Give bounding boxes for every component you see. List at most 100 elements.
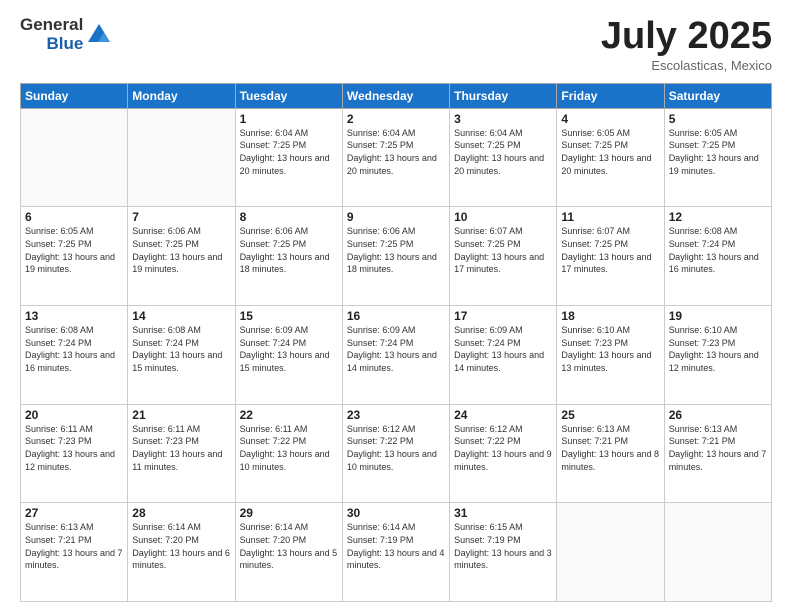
- header-sunday: Sunday: [21, 83, 128, 108]
- calendar-header-row: Sunday Monday Tuesday Wednesday Thursday…: [21, 83, 772, 108]
- calendar-cell: 23Sunrise: 6:12 AM Sunset: 7:22 PM Dayli…: [342, 404, 449, 503]
- calendar-cell: 31Sunrise: 6:15 AM Sunset: 7:19 PM Dayli…: [450, 503, 557, 602]
- page-header: General Blue July 2025 Escolasticas, Mex…: [20, 16, 772, 73]
- calendar-cell: 29Sunrise: 6:14 AM Sunset: 7:20 PM Dayli…: [235, 503, 342, 602]
- calendar-cell: 13Sunrise: 6:08 AM Sunset: 7:24 PM Dayli…: [21, 306, 128, 405]
- calendar-cell: 19Sunrise: 6:10 AM Sunset: 7:23 PM Dayli…: [664, 306, 771, 405]
- calendar-cell: 1Sunrise: 6:04 AM Sunset: 7:25 PM Daylig…: [235, 108, 342, 207]
- day-number: 15: [240, 309, 338, 323]
- day-info: Sunrise: 6:09 AM Sunset: 7:24 PM Dayligh…: [240, 324, 338, 374]
- day-number: 11: [561, 210, 659, 224]
- day-number: 9: [347, 210, 445, 224]
- day-number: 8: [240, 210, 338, 224]
- day-number: 6: [25, 210, 123, 224]
- calendar-cell: 16Sunrise: 6:09 AM Sunset: 7:24 PM Dayli…: [342, 306, 449, 405]
- calendar-cell: 3Sunrise: 6:04 AM Sunset: 7:25 PM Daylig…: [450, 108, 557, 207]
- header-monday: Monday: [128, 83, 235, 108]
- logo-icon: [86, 22, 112, 48]
- day-info: Sunrise: 6:09 AM Sunset: 7:24 PM Dayligh…: [454, 324, 552, 374]
- day-number: 29: [240, 506, 338, 520]
- day-info: Sunrise: 6:10 AM Sunset: 7:23 PM Dayligh…: [561, 324, 659, 374]
- day-number: 24: [454, 408, 552, 422]
- day-info: Sunrise: 6:05 AM Sunset: 7:25 PM Dayligh…: [669, 127, 767, 177]
- week-row-1: 1Sunrise: 6:04 AM Sunset: 7:25 PM Daylig…: [21, 108, 772, 207]
- calendar-cell: 5Sunrise: 6:05 AM Sunset: 7:25 PM Daylig…: [664, 108, 771, 207]
- header-wednesday: Wednesday: [342, 83, 449, 108]
- day-info: Sunrise: 6:08 AM Sunset: 7:24 PM Dayligh…: [669, 225, 767, 275]
- day-info: Sunrise: 6:07 AM Sunset: 7:25 PM Dayligh…: [561, 225, 659, 275]
- title-block: July 2025 Escolasticas, Mexico: [601, 16, 772, 73]
- calendar-cell: 28Sunrise: 6:14 AM Sunset: 7:20 PM Dayli…: [128, 503, 235, 602]
- day-info: Sunrise: 6:15 AM Sunset: 7:19 PM Dayligh…: [454, 521, 552, 571]
- day-number: 5: [669, 112, 767, 126]
- calendar-cell: 22Sunrise: 6:11 AM Sunset: 7:22 PM Dayli…: [235, 404, 342, 503]
- calendar-cell: 4Sunrise: 6:05 AM Sunset: 7:25 PM Daylig…: [557, 108, 664, 207]
- calendar-cell: 21Sunrise: 6:11 AM Sunset: 7:23 PM Dayli…: [128, 404, 235, 503]
- day-number: 19: [669, 309, 767, 323]
- day-info: Sunrise: 6:05 AM Sunset: 7:25 PM Dayligh…: [561, 127, 659, 177]
- day-info: Sunrise: 6:08 AM Sunset: 7:24 PM Dayligh…: [25, 324, 123, 374]
- calendar-cell: 11Sunrise: 6:07 AM Sunset: 7:25 PM Dayli…: [557, 207, 664, 306]
- week-row-3: 13Sunrise: 6:08 AM Sunset: 7:24 PM Dayli…: [21, 306, 772, 405]
- day-number: 12: [669, 210, 767, 224]
- location: Escolasticas, Mexico: [601, 58, 772, 73]
- logo: General Blue: [20, 16, 112, 53]
- day-number: 1: [240, 112, 338, 126]
- day-number: 14: [132, 309, 230, 323]
- day-info: Sunrise: 6:05 AM Sunset: 7:25 PM Dayligh…: [25, 225, 123, 275]
- day-number: 7: [132, 210, 230, 224]
- header-tuesday: Tuesday: [235, 83, 342, 108]
- day-info: Sunrise: 6:09 AM Sunset: 7:24 PM Dayligh…: [347, 324, 445, 374]
- calendar-table: Sunday Monday Tuesday Wednesday Thursday…: [20, 83, 772, 602]
- day-info: Sunrise: 6:08 AM Sunset: 7:24 PM Dayligh…: [132, 324, 230, 374]
- calendar-cell: 25Sunrise: 6:13 AM Sunset: 7:21 PM Dayli…: [557, 404, 664, 503]
- calendar-cell: 7Sunrise: 6:06 AM Sunset: 7:25 PM Daylig…: [128, 207, 235, 306]
- calendar-cell: 18Sunrise: 6:10 AM Sunset: 7:23 PM Dayli…: [557, 306, 664, 405]
- calendar-cell: 17Sunrise: 6:09 AM Sunset: 7:24 PM Dayli…: [450, 306, 557, 405]
- day-info: Sunrise: 6:07 AM Sunset: 7:25 PM Dayligh…: [454, 225, 552, 275]
- calendar-cell: [557, 503, 664, 602]
- day-info: Sunrise: 6:04 AM Sunset: 7:25 PM Dayligh…: [240, 127, 338, 177]
- day-number: 30: [347, 506, 445, 520]
- day-number: 22: [240, 408, 338, 422]
- calendar-cell: 30Sunrise: 6:14 AM Sunset: 7:19 PM Dayli…: [342, 503, 449, 602]
- calendar-cell: 27Sunrise: 6:13 AM Sunset: 7:21 PM Dayli…: [21, 503, 128, 602]
- day-info: Sunrise: 6:10 AM Sunset: 7:23 PM Dayligh…: [669, 324, 767, 374]
- month-title: July 2025: [601, 16, 772, 58]
- day-info: Sunrise: 6:04 AM Sunset: 7:25 PM Dayligh…: [347, 127, 445, 177]
- header-saturday: Saturday: [664, 83, 771, 108]
- calendar-cell: [664, 503, 771, 602]
- calendar-cell: 12Sunrise: 6:08 AM Sunset: 7:24 PM Dayli…: [664, 207, 771, 306]
- day-info: Sunrise: 6:14 AM Sunset: 7:20 PM Dayligh…: [240, 521, 338, 571]
- day-info: Sunrise: 6:12 AM Sunset: 7:22 PM Dayligh…: [454, 423, 552, 473]
- day-info: Sunrise: 6:14 AM Sunset: 7:19 PM Dayligh…: [347, 521, 445, 571]
- day-number: 17: [454, 309, 552, 323]
- day-info: Sunrise: 6:11 AM Sunset: 7:22 PM Dayligh…: [240, 423, 338, 473]
- day-number: 16: [347, 309, 445, 323]
- calendar-cell: 8Sunrise: 6:06 AM Sunset: 7:25 PM Daylig…: [235, 207, 342, 306]
- day-info: Sunrise: 6:06 AM Sunset: 7:25 PM Dayligh…: [240, 225, 338, 275]
- day-number: 25: [561, 408, 659, 422]
- day-info: Sunrise: 6:11 AM Sunset: 7:23 PM Dayligh…: [25, 423, 123, 473]
- calendar-cell: 15Sunrise: 6:09 AM Sunset: 7:24 PM Dayli…: [235, 306, 342, 405]
- day-number: 13: [25, 309, 123, 323]
- header-thursday: Thursday: [450, 83, 557, 108]
- day-number: 4: [561, 112, 659, 126]
- day-info: Sunrise: 6:04 AM Sunset: 7:25 PM Dayligh…: [454, 127, 552, 177]
- logo-blue: Blue: [46, 35, 83, 54]
- calendar-cell: 26Sunrise: 6:13 AM Sunset: 7:21 PM Dayli…: [664, 404, 771, 503]
- day-number: 23: [347, 408, 445, 422]
- day-info: Sunrise: 6:06 AM Sunset: 7:25 PM Dayligh…: [132, 225, 230, 275]
- day-number: 10: [454, 210, 552, 224]
- calendar-cell: [21, 108, 128, 207]
- day-info: Sunrise: 6:13 AM Sunset: 7:21 PM Dayligh…: [25, 521, 123, 571]
- calendar-cell: 14Sunrise: 6:08 AM Sunset: 7:24 PM Dayli…: [128, 306, 235, 405]
- day-number: 28: [132, 506, 230, 520]
- calendar-cell: 20Sunrise: 6:11 AM Sunset: 7:23 PM Dayli…: [21, 404, 128, 503]
- day-number: 26: [669, 408, 767, 422]
- day-number: 18: [561, 309, 659, 323]
- calendar-cell: 24Sunrise: 6:12 AM Sunset: 7:22 PM Dayli…: [450, 404, 557, 503]
- logo-general: General: [20, 16, 83, 35]
- calendar-cell: 10Sunrise: 6:07 AM Sunset: 7:25 PM Dayli…: [450, 207, 557, 306]
- day-info: Sunrise: 6:11 AM Sunset: 7:23 PM Dayligh…: [132, 423, 230, 473]
